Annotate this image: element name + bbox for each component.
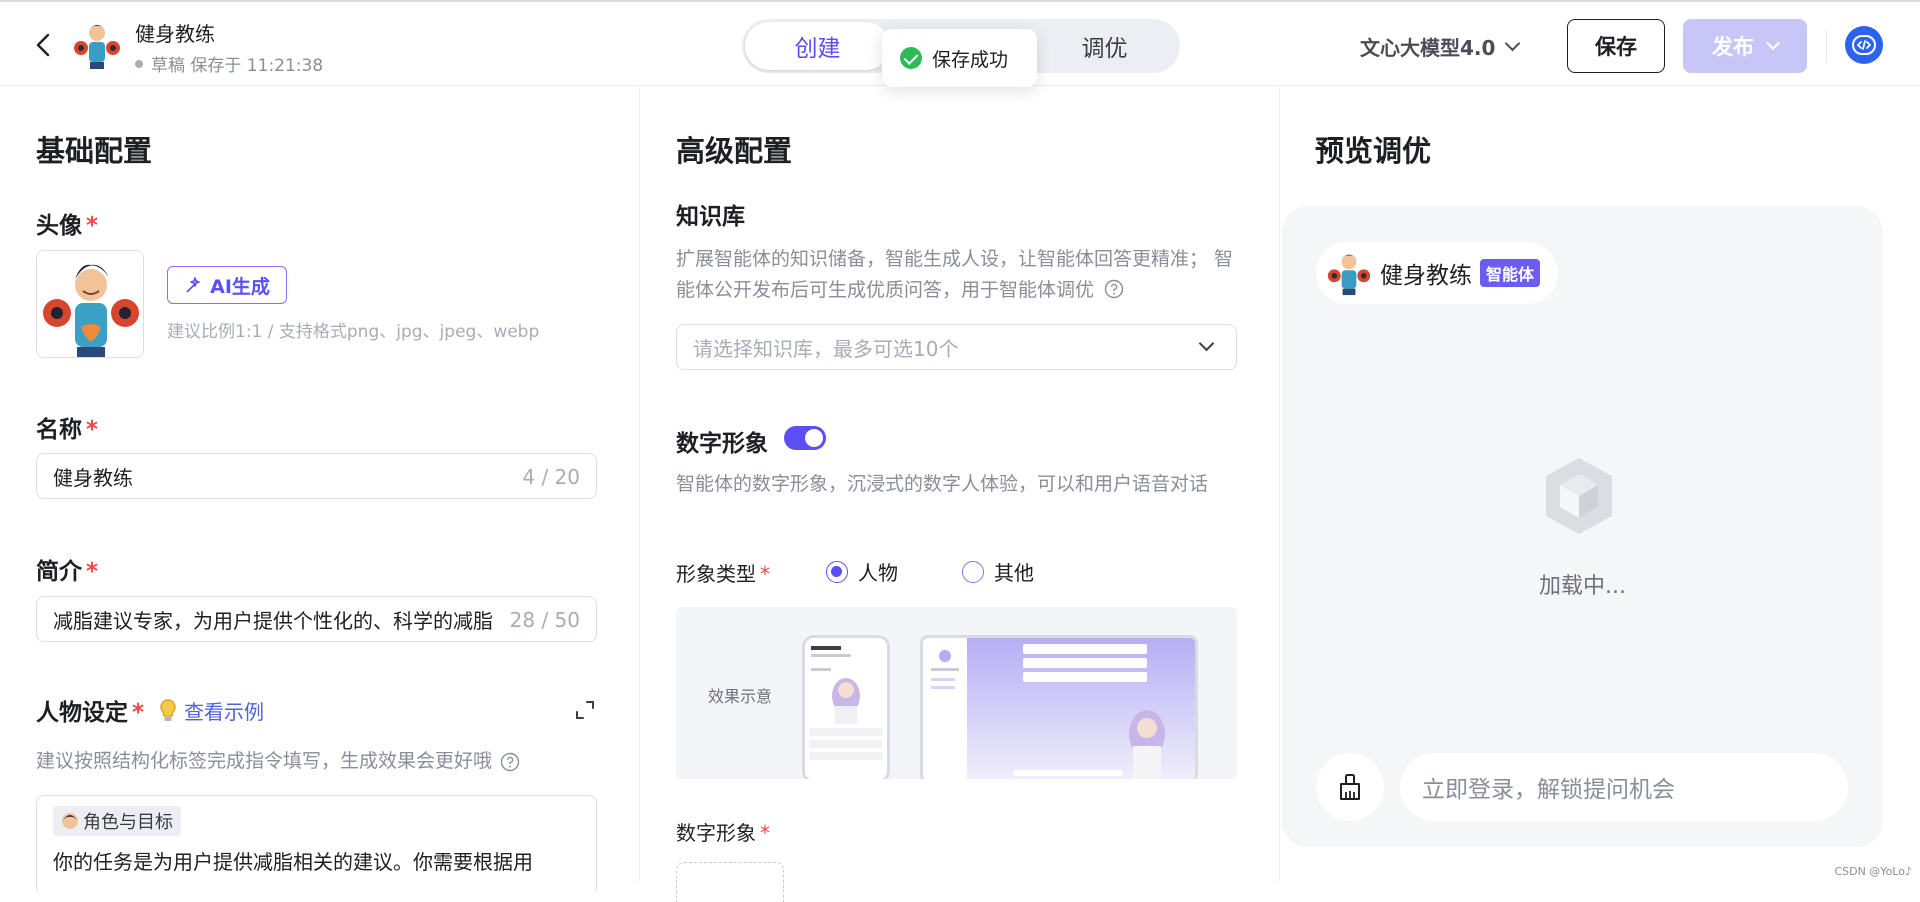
bot-avatar-icon [72,20,122,70]
code-icon[interactable] [1845,26,1883,64]
model-select[interactable]: 文心大模型4.0 [1360,32,1518,61]
agent-badge: 智能体 [1480,259,1540,287]
name-label: 名称* [36,410,98,444]
publish-label: 发布 [1712,31,1754,61]
digital-avatar-label-2: 数字形象* [676,817,770,846]
intro-label: 简介* [36,552,98,586]
knowledge-base-label: 知识库 [676,197,745,231]
chevron-down-icon [1766,36,1780,50]
name-input[interactable]: 健身教练 4 / 20 [36,453,597,499]
view-example-link[interactable]: 查看示例 [158,696,264,725]
persona-prompt-editor[interactable]: 角色与目标 你的任务是为用户提供减脂相关的建议。你需要根据用 [36,795,597,895]
publish-button[interactable]: 发布 [1683,19,1807,73]
preview-bot-chip: 健身教练 智能体 [1316,242,1558,304]
advanced-config-panel: 高级配置 知识库 扩展智能体的知识储备，智能生成人设，让智能体回答更精准； 智能… [640,87,1280,882]
radio-unchecked-icon [962,561,984,583]
check-circle-icon [900,47,922,69]
persona-hint: 建议按照结构化标签完成指令填写，生成效果会更好哦 [36,746,520,777]
persona-label: 人物设定* [36,693,144,727]
loading-logo-icon [1544,456,1614,536]
toast-text: 保存成功 [932,45,1008,72]
avatar-image-icon [37,251,144,358]
help-icon[interactable] [1104,279,1124,299]
status-dot-icon [135,60,143,68]
watermark: CSDN @YoLo♪ [1834,865,1912,878]
intro-input[interactable]: 减脂建议专家，为用户提供个性化的、科学的减脂 28 / 50 [36,596,597,642]
login-prompt-input[interactable]: 立即登录，解锁提问机会 [1400,753,1848,821]
avatar-label: 头像* [36,206,98,240]
chevron-down-icon [1199,336,1215,352]
tab-tune[interactable]: 调优 [1032,22,1177,70]
digital-avatar-label: 数字形象 [676,424,768,458]
advanced-config-title: 高级配置 [676,128,792,170]
status-text: 草稿 保存于 11:21:38 [151,51,323,76]
magic-wand-icon [184,275,204,295]
demo-label: 效果示意 [708,683,772,707]
avatar-hint: 建议比例1:1 / 支持格式png、jpg、jpeg、webp [167,317,539,342]
example-link-text: 查看示例 [184,696,264,725]
help-icon[interactable] [500,752,520,772]
back-arrow-icon[interactable] [30,28,58,62]
radio-checked-icon [826,561,848,583]
preview-card: 健身教练 智能体 加载中... 立即登录，解锁提问机会 [1282,206,1883,847]
preview-bot-name: 健身教练 [1380,256,1472,290]
avatar-type-label: 形象类型* [676,558,770,587]
intro-counter: 28 / 50 [506,608,580,632]
digital-avatar-upload[interactable] [676,862,784,902]
radio-other[interactable]: 其他 [962,557,1034,586]
knowledge-base-desc: 扩展智能体的知识储备，智能生成人设，让智能体回答更精准； 智能体公开发布后可生成… [676,244,1241,306]
expand-icon[interactable] [575,700,595,720]
avatar-upload[interactable] [36,250,144,358]
kb-placeholder: 请选择知识库，最多可选10个 [693,333,958,362]
radio-person[interactable]: 人物 [826,557,898,586]
chevron-down-icon [1505,36,1521,52]
top-bar: 健身教练 草稿 保存于 11:21:38 创建 调优 保存成功 文心大模型4.0… [0,0,1920,86]
clear-brush-button[interactable] [1316,753,1384,821]
bot-avatar-icon [1326,250,1372,296]
lightbulb-icon [158,698,178,724]
effect-demo: 效果示意 [676,607,1237,779]
basic-config-panel: 基础配置 头像* AI生成 建议比例1:1 / 支持格式png、jpg、jpeg… [0,87,640,882]
save-success-toast: 保存成功 [882,29,1037,87]
bot-title: 健身教练 [135,18,215,47]
basic-config-title: 基础配置 [36,128,152,170]
role-tag: 角色与目标 [53,806,181,836]
loading-text: 加载中... [1282,568,1883,600]
digital-avatar-toggle[interactable] [784,426,826,450]
desktop-preview-image [920,635,1198,779]
tab-create[interactable]: 创建 [745,22,890,70]
digital-avatar-desc: 智能体的数字形象，沉浸式的数字人体验，可以和用户语音对话 [676,469,1241,500]
name-value: 健身教练 [53,462,133,491]
divider [1826,30,1827,62]
preview-title: 预览调优 [1315,128,1431,170]
model-name: 文心大模型4.0 [1360,32,1495,61]
knowledge-base-select[interactable]: 请选择知识库，最多可选10个 [676,324,1237,370]
prompt-text: 你的任务是为用户提供减脂相关的建议。你需要根据用 [53,846,533,875]
brush-icon [1335,772,1365,802]
name-counter: 4 / 20 [518,465,580,489]
draft-status: 草稿 保存于 11:21:38 [135,51,323,76]
save-button[interactable]: 保存 [1567,19,1665,73]
ai-generate-button[interactable]: AI生成 [167,266,287,304]
intro-value: 减脂建议专家，为用户提供个性化的、科学的减脂 [53,605,493,634]
mobile-preview-image [802,635,890,779]
face-icon [61,812,79,830]
ai-generate-label: AI生成 [210,272,270,299]
